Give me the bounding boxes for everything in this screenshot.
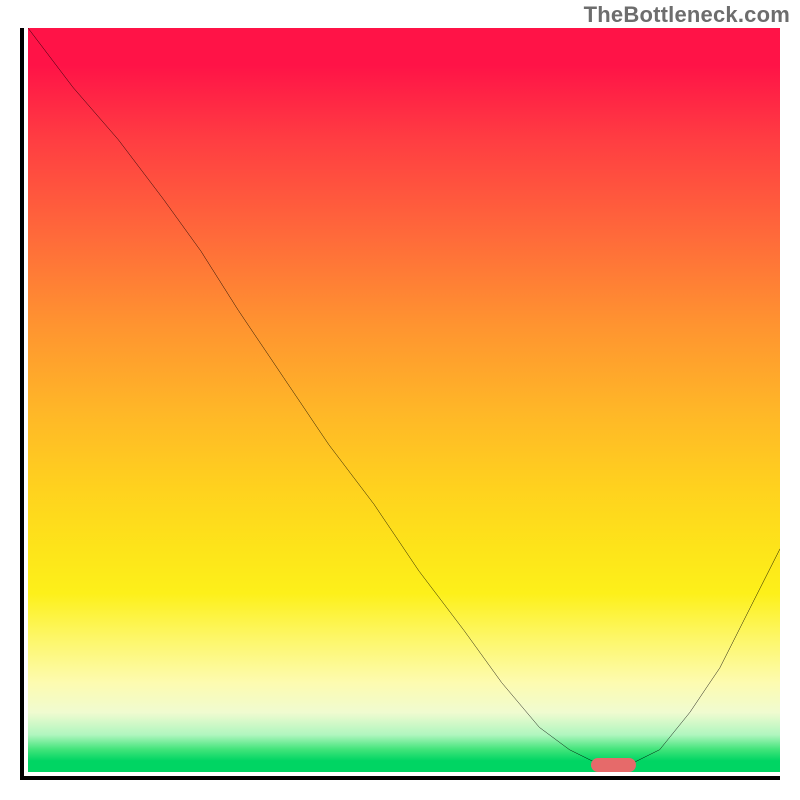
bottleneck-curve xyxy=(28,28,780,772)
watermark-label: TheBottleneck.com xyxy=(584,2,790,28)
plot-frame xyxy=(20,28,780,780)
optimal-range-marker xyxy=(591,758,636,772)
chart-container: TheBottleneck.com xyxy=(0,0,800,800)
